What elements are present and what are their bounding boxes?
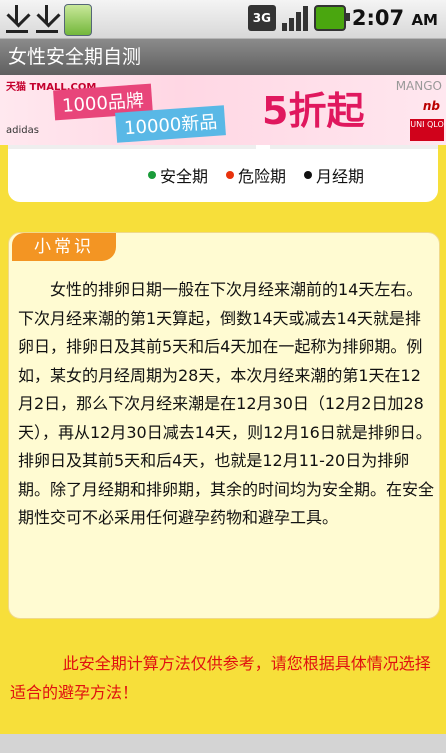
divider [8, 145, 256, 149]
divider [270, 145, 438, 149]
black-dot-icon [304, 171, 313, 179]
ad-banner[interactable]: 天猫 TMALL.COM 1000品牌 10000新品 5折起 adidas M… [0, 75, 446, 145]
legend-item-period: 月经期 [304, 163, 364, 187]
app-title-bar: 女性安全期自测 [0, 39, 446, 75]
network-3g-icon: 3G [247, 5, 276, 31]
legend-label: 危险期 [238, 167, 287, 186]
legend-item-safe: 安全期 [148, 163, 208, 187]
legend-label: 月经期 [316, 167, 365, 186]
tips-body: 女性的排卵日期一般在下次月经来潮前的14天左右。下次月经来潮的第1天算起，倒数1… [18, 280, 435, 527]
app-notification-icon [64, 4, 92, 36]
tips-heading: 小常识 [12, 233, 116, 261]
legend-label: 安全期 [160, 167, 209, 186]
legend-item-danger: 危险期 [226, 163, 286, 187]
uniqlo-logo: UNI QLO [410, 119, 444, 141]
mango-logo: MANGO [395, 79, 442, 93]
ad-new-items-label: 10000新品 [115, 105, 227, 143]
system-status: 3G 2:07 AM [247, 5, 438, 31]
calendar-legend-panel: 安全期 危险期 月经期 [8, 145, 438, 202]
clock: 2:07 AM [351, 6, 438, 30]
green-dot-icon [148, 171, 156, 179]
status-bar: 3G 2:07 AM [0, 0, 446, 39]
ad-discount: 5折起 [262, 89, 365, 133]
new-balance-logo: nb [422, 99, 440, 113]
download-icon [4, 3, 31, 35]
adidas-logo: adidas [6, 125, 39, 136]
disclaimer-note: 此安全期计算方法仅供参考，请您根据具体情况选择适合的避孕方法！ [10, 654, 431, 702]
notification-icons [4, 3, 92, 36]
download-icon [34, 3, 61, 35]
signal-icon [281, 5, 308, 31]
bottom-bar [0, 734, 446, 753]
red-dot-icon [226, 171, 235, 179]
legend: 安全期 危险期 月经期 [148, 163, 364, 187]
battery-charging-icon [313, 5, 350, 31]
app-title: 女性安全期自测 [8, 46, 142, 68]
